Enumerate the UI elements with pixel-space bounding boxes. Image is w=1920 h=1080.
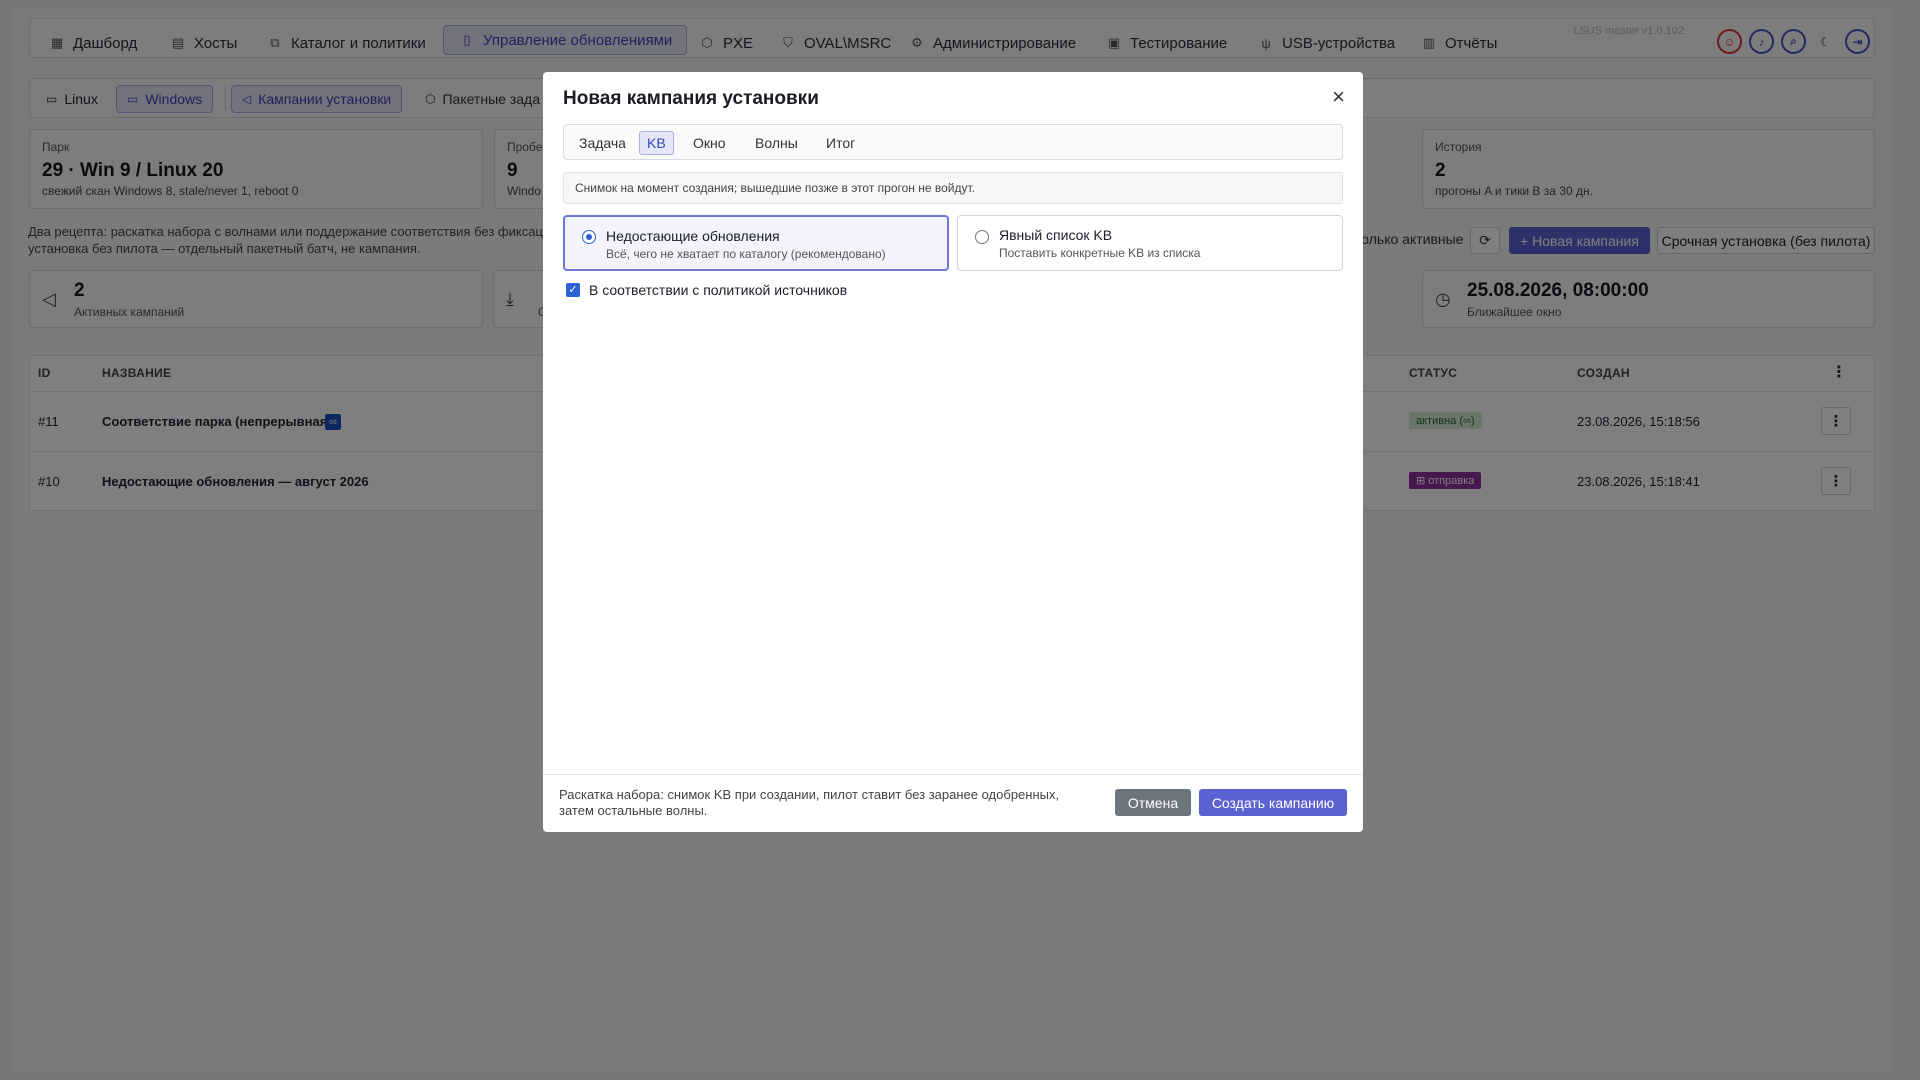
new-campaign-dialog: Новая кампания установки × Задача KB Окн… [543,72,1363,832]
dialog-tabs: Задача KB Окно Волны Итог [563,124,1343,160]
close-icon[interactable]: × [1332,86,1345,108]
create-campaign-button[interactable]: Создать кампанию [1199,789,1347,816]
snapshot-note: Снимок на момент создания; вышедшие позж… [563,172,1343,204]
tab-task[interactable]: Задача [572,131,633,155]
tab-waves[interactable]: Волны [748,131,805,155]
tab-summary[interactable]: Итог [819,131,862,155]
footer-summary: Раскатка набора: снимок KB при создании,… [559,787,1060,818]
radio-unselected[interactable] [975,230,989,244]
source-policy-label[interactable]: В соответствии с политикой источников [589,282,847,298]
dialog-title: Новая кампания установки [563,88,819,109]
option-missing-updates[interactable]: Недостающие обновления Всё, чего не хват… [563,215,949,271]
radio-selected[interactable] [582,230,596,244]
tab-window[interactable]: Окно [686,131,733,155]
tab-kb[interactable]: KB [639,131,674,155]
dialog-footer: Раскатка набора: снимок KB при создании,… [543,774,1363,832]
option-explicit-kb[interactable]: Явный список KB Поставить конкретные KB … [957,215,1343,271]
cancel-button[interactable]: Отмена [1115,789,1191,816]
source-policy-checkbox[interactable]: ✓ [566,283,580,297]
